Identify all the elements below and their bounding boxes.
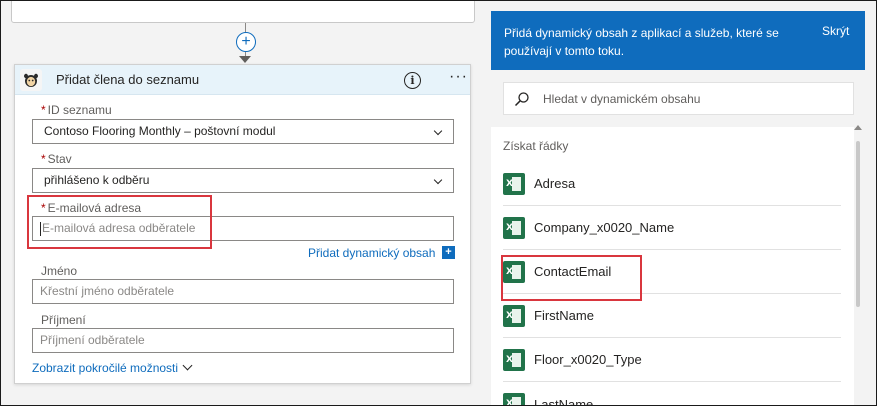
section-title: Získat řádky (503, 139, 569, 153)
card-title: Přidat člena do seznamu (56, 72, 200, 87)
mailchimp-icon (20, 68, 42, 91)
previous-step-card[interactable] (11, 1, 475, 23)
hide-panel-button[interactable]: Skrýt (822, 24, 849, 38)
card-header[interactable]: Přidat člena do seznamu i ··· (15, 65, 470, 95)
excel-icon (503, 348, 525, 371)
arrow-down-icon (239, 56, 251, 63)
excel-icon (503, 172, 525, 195)
excel-icon (503, 304, 525, 327)
add-dynamic-content-link[interactable]: Přidat dynamický obsah (308, 246, 435, 260)
last-name-field[interactable]: Příjmení odběratele (32, 328, 454, 353)
panel-description: Přidá dynamický obsah z aplikací a služe… (504, 26, 779, 58)
excel-icon (503, 216, 525, 239)
status-label: * Stav (41, 152, 72, 166)
scroll-up-icon[interactable] (854, 125, 862, 130)
panel-pointer (481, 241, 491, 261)
scrollbar-thumb[interactable] (856, 141, 860, 307)
last-name-placeholder: Příjmení odběratele (40, 333, 145, 347)
highlight-contact-email (501, 255, 642, 301)
highlight-email-field (27, 195, 212, 249)
list-id-dropdown[interactable]: Contoso Flooring Monthly – poštovní modu… (32, 119, 454, 144)
first-name-label: Jméno (41, 264, 78, 278)
dynamic-item-company-name[interactable]: Company_x0020_Name (503, 206, 841, 250)
list-id-label: * ID seznamu (41, 103, 112, 117)
search-icon (514, 92, 529, 107)
add-dynamic-content-icon[interactable]: + (442, 246, 455, 259)
list-item-label: LastName (534, 396, 594, 406)
list-item-label: FirstName (534, 308, 594, 323)
dynamic-item-floor-type[interactable]: Floor_x0020_Type (503, 338, 841, 382)
status-value: přihlášeno k odběru (44, 173, 150, 187)
screen: + Přidat člena do seznamu i ··· * ID sezn… (0, 0, 877, 406)
info-icon[interactable]: i (404, 72, 421, 89)
dynamic-item-adresa[interactable]: Adresa (503, 162, 841, 206)
chevron-down-icon (433, 126, 443, 136)
list-item-label: Adresa (534, 176, 576, 191)
status-dropdown[interactable]: přihlášeno k odběru (32, 168, 454, 193)
dynamic-content-panel: Přidá dynamický obsah z aplikací a služe… (491, 11, 865, 406)
show-advanced-options-link[interactable]: Zobrazit pokročilé možnosti (32, 360, 193, 375)
list-id-value: Contoso Flooring Monthly – poštovní modu… (44, 124, 276, 138)
add-step-button[interactable]: + (236, 32, 256, 52)
first-name-field[interactable]: Křestní jméno odběratele (32, 279, 454, 304)
search-placeholder: Hledat v dynamickém obsahu (543, 92, 701, 106)
last-name-label: Příjmení (41, 313, 86, 327)
panel-header: Přidá dynamický obsah z aplikací a služe… (491, 11, 865, 70)
dynamic-content-search-input[interactable]: Hledat v dynamickém obsahu (503, 82, 854, 115)
chevron-down-icon (182, 360, 193, 371)
list-item-label: Floor_x0020_Type (534, 352, 642, 367)
dynamic-item-last-name[interactable]: LastName (503, 382, 841, 406)
excel-icon (503, 393, 525, 405)
list-item-label: Company_x0020_Name (534, 220, 675, 235)
more-options-icon[interactable]: ··· (449, 68, 468, 86)
chevron-down-icon (433, 175, 443, 185)
first-name-placeholder: Křestní jméno odběratele (40, 284, 175, 298)
